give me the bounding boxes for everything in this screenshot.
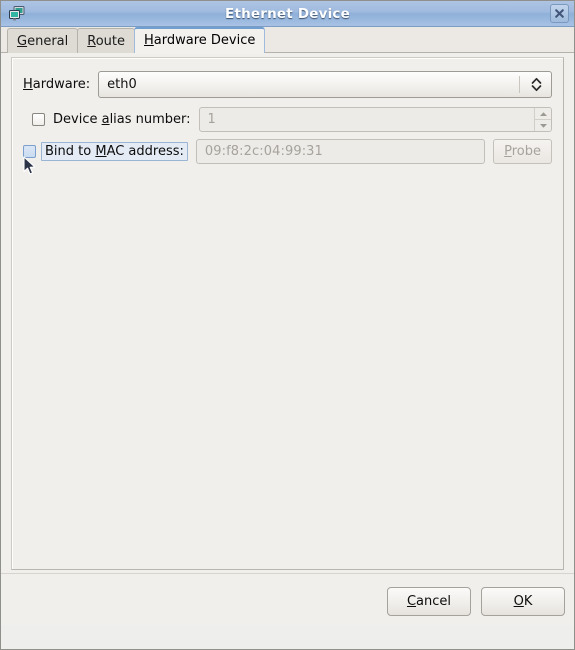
window-title: Ethernet Device — [225, 5, 350, 22]
action-area-separator — [1, 573, 574, 574]
ethernet-device-dialog: Ethernet Device General Route Hardware D… — [0, 0, 575, 650]
close-icon[interactable] — [550, 4, 569, 23]
chevron-updown-icon — [528, 77, 544, 92]
bind-mac-label-mnemonic: M — [95, 144, 107, 159]
tab-hardware-device-mnemonic: H — [144, 33, 154, 48]
tab-route-mnemonic: R — [87, 34, 96, 49]
tab-hardware-device-label: ardware Device — [153, 33, 256, 48]
hardware-label: Hardware: — [23, 77, 91, 92]
device-alias-spinbox-buttons[interactable] — [534, 108, 551, 131]
device-alias-checkbox[interactable] — [32, 113, 45, 126]
hardware-combobox-value: eth0 — [107, 77, 137, 92]
bind-mac-label: Bind to MAC address: — [41, 142, 188, 161]
tab-content-hardware-device: Hardware: eth0 Device alias number: 1 Bi… — [1, 53, 574, 625]
tab-hardware-device[interactable]: Hardware Device — [134, 27, 266, 54]
cancel-button-label: Cancel — [406, 594, 452, 609]
device-alias-label-mnemonic: a — [101, 112, 110, 127]
bind-mac-row: Bind to MAC address: 09:f8:2c:04:99:31 P… — [23, 139, 552, 164]
bind-mac-input[interactable]: 09:f8:2c:04:99:31 — [195, 139, 486, 164]
cancel-button-mnemonic: C — [406, 594, 417, 609]
ok-button-mnemonic: O — [513, 594, 524, 609]
tab-general-label: eneral — [27, 34, 69, 49]
hardware-row: Hardware: eth0 — [23, 71, 552, 98]
bind-mac-checkbox[interactable] — [23, 145, 36, 158]
title-bar[interactable]: Ethernet Device — [1, 1, 574, 27]
device-alias-row: Device alias number: 1 — [32, 107, 552, 132]
probe-button[interactable]: Probe — [493, 139, 552, 164]
tab-bar: General Route Hardware Device — [1, 27, 574, 54]
ok-button-label: OK — [513, 594, 533, 609]
action-area: Cancel OK — [387, 587, 565, 616]
device-alias-spinbox-value: 1 — [207, 112, 216, 127]
hardware-device-panel: Hardware: eth0 Device alias number: 1 Bi… — [11, 57, 564, 570]
ok-button[interactable]: OK — [481, 587, 565, 616]
network-device-icon — [8, 5, 26, 23]
device-alias-spinbox[interactable]: 1 — [198, 107, 552, 132]
tab-route[interactable]: Route — [77, 28, 135, 53]
device-alias-label: Device alias number: — [53, 112, 191, 127]
tab-general-mnemonic: G — [17, 34, 28, 49]
tab-route-label: oute — [95, 34, 125, 49]
combobox-divider — [519, 76, 520, 93]
probe-button-mnemonic: P — [504, 144, 512, 159]
spinner-up-icon[interactable] — [535, 108, 551, 119]
bind-mac-input-value: 09:f8:2c:04:99:31 — [204, 144, 323, 159]
cancel-button[interactable]: Cancel — [387, 587, 471, 616]
probe-button-label: Probe — [504, 144, 541, 159]
spinner-down-icon[interactable] — [535, 119, 551, 131]
hardware-label-mnemonic: H — [23, 77, 33, 92]
hardware-combobox[interactable]: eth0 — [98, 71, 552, 98]
tab-general[interactable]: General — [7, 28, 79, 53]
